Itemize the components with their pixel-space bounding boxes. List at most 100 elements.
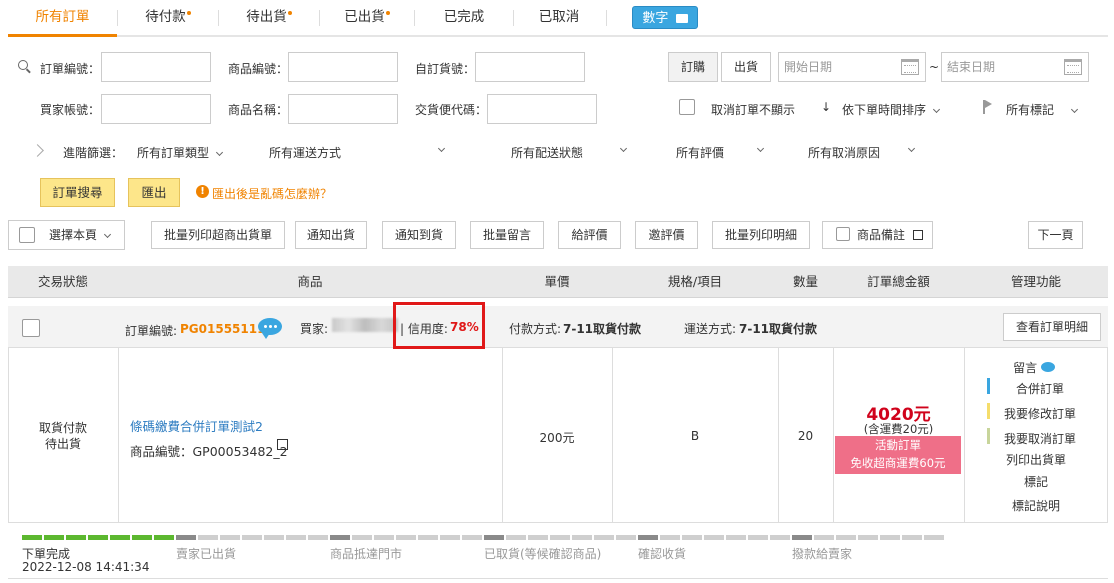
rating-label: 所有評價 (676, 146, 725, 160)
product-note-button[interactable]: 商品備註 (822, 221, 933, 249)
product-no-input[interactable] (288, 52, 398, 82)
order-no-link[interactable]: PG01555111 (180, 322, 265, 336)
tab-shipped[interactable]: 已出貨 (320, 0, 414, 35)
promo-badge: 活動訂單 免收超商運費60元 (835, 436, 961, 474)
rating-dropdown[interactable]: 所有評價 (676, 144, 766, 161)
select-page-dropdown[interactable]: 選擇本頁 (8, 220, 125, 250)
select-page-checkbox[interactable] (19, 227, 35, 243)
folder-icon (675, 14, 688, 23)
product-name-input[interactable] (288, 94, 398, 124)
merge-order-link[interactable]: 合併訂單 (995, 380, 1085, 397)
tab-label: 所有訂單 (35, 9, 90, 25)
batch-message-button[interactable]: 批量留言 (470, 221, 544, 249)
order-type-dropdown[interactable]: 所有訂單類型 (137, 144, 224, 161)
hide-cancelled-label: 取消訂單不顯示 (711, 103, 796, 117)
column-divider (118, 348, 119, 523)
payment-code-input[interactable] (487, 94, 597, 124)
progress-segment (594, 535, 614, 540)
progress-segment (506, 535, 526, 540)
chevron-down-icon (907, 144, 916, 153)
status-line: 待出貨 (44, 437, 81, 451)
button-label: 下一頁 (1037, 228, 1074, 242)
batch-print-convenience-button[interactable]: 批量列印超商出貨單 (151, 221, 285, 249)
delivery-dropdown[interactable]: 所有運送方式 (269, 144, 447, 161)
tab-pending-payment[interactable]: 待付款 (118, 0, 218, 35)
sort-down-arrow-icon: ↓ (821, 100, 832, 114)
order-no-input[interactable] (101, 52, 211, 82)
progress-segment (396, 535, 416, 540)
promo-line: 免收超商運費60元 (850, 456, 946, 470)
product-note-checkbox[interactable] (836, 227, 850, 241)
cancel-reason-label: 所有取消原因 (808, 146, 881, 160)
edit-icon[interactable] (277, 439, 288, 450)
view-order-detail-button[interactable]: 查看訂單明細 (1003, 313, 1101, 341)
green-marker (987, 428, 990, 444)
custom-ship-no-input[interactable] (475, 52, 585, 82)
progress-segment (902, 535, 922, 540)
digital-button[interactable]: 數字 (632, 6, 698, 29)
hide-cancelled-checkbox[interactable] (679, 99, 695, 115)
sort-dropdown[interactable]: 依下單時間排序 (842, 101, 941, 118)
progress-segment (550, 535, 570, 540)
progress-segment (748, 535, 768, 540)
marks-dropdown[interactable]: 所有標記 (1006, 101, 1079, 118)
invite-rating-button[interactable]: 邀評價 (635, 221, 698, 249)
mark-help-link[interactable]: 標記說明 (964, 497, 1108, 514)
tab-all-orders[interactable]: 所有訂單 (8, 0, 117, 37)
progress-segment (770, 535, 790, 540)
progress-segment (352, 535, 372, 540)
progress-segment (616, 535, 636, 540)
digital-button-label: 數字 (642, 11, 669, 26)
buyer-account-input[interactable] (101, 94, 211, 124)
progress-segment (836, 535, 856, 540)
column-total: 訂單總金額 (867, 274, 930, 289)
progress-segment (132, 535, 152, 540)
spec-value: B (690, 429, 700, 443)
tab-completed[interactable]: 已完成 (415, 0, 513, 35)
order-select-checkbox[interactable] (22, 319, 40, 337)
start-date-input[interactable]: 開始日期 (778, 52, 926, 82)
progress-segment (308, 535, 328, 540)
button-label: 給評價 (571, 228, 608, 242)
progress-step-label: 確認收貨 (638, 547, 687, 561)
tab-pending-shipment[interactable]: 待出貨 (219, 0, 319, 35)
give-rating-button[interactable]: 給評價 (558, 221, 621, 249)
select-page-label: 選擇本頁 (49, 228, 98, 242)
button-label: 批量列印超商出貨單 (163, 228, 272, 242)
chevron-down-icon (932, 105, 941, 114)
notify-arrive-button[interactable]: 通知到貨 (382, 221, 456, 249)
cancel-order-link[interactable]: 我要取消訂單 (995, 430, 1085, 447)
product-name-link[interactable]: 條碼繳費合併訂單測試2 (130, 416, 263, 435)
print-ship-link[interactable]: 列印出貨單 (964, 451, 1108, 468)
ship-date-toggle[interactable]: 出貨 (721, 52, 771, 82)
progress-segment (440, 535, 460, 540)
message-link[interactable]: 留言 (964, 359, 1104, 376)
notification-dot (186, 11, 191, 15)
cancel-reason-dropdown[interactable]: 所有取消原因 (808, 144, 916, 161)
export-button[interactable]: 匯出 (128, 178, 180, 207)
column-status: 交易狀態 (37, 274, 88, 289)
chevron-right-icon[interactable] (31, 144, 44, 157)
progress-segment (418, 535, 438, 540)
tab-cancelled[interactable]: 已取消 (514, 0, 604, 35)
batch-print-detail-button[interactable]: 批量列印明細 (712, 221, 810, 249)
order-date-toggle[interactable]: 訂購 (668, 52, 718, 82)
unit-price: 200元 (539, 431, 575, 445)
delivery-status-dropdown[interactable]: 所有配送狀態 (511, 144, 628, 161)
product-name-label: 商品名稱： (228, 103, 289, 117)
order-status-tabs: 所有訂單 待付款 待出貨 已出貨 已完成 已取消 (8, 0, 1108, 37)
yellow-marker (987, 403, 990, 419)
order-search-button[interactable]: 訂單搜尋 (40, 178, 115, 207)
modify-order-link[interactable]: 我要修改訂單 (995, 405, 1085, 422)
mark-link[interactable]: 標記 (964, 473, 1108, 490)
product-code: 商品編號：GP00053482_2 (130, 444, 288, 459)
advanced-filter-label: 進階篩選： (63, 146, 124, 160)
chevron-down-icon (215, 148, 224, 157)
export-help-link[interactable]: 匯出後是亂碼怎麼辦？ (212, 185, 332, 202)
notify-ship-button[interactable]: 通知出貨 (295, 221, 367, 249)
end-date-input[interactable]: 結束日期 (941, 52, 1089, 82)
progress-step-label: 撥款給賣家 (792, 547, 853, 561)
chat-icon[interactable] (258, 318, 282, 339)
tab-label: 待出貨 (246, 9, 287, 25)
next-page-button[interactable]: 下一頁 (1028, 221, 1083, 249)
